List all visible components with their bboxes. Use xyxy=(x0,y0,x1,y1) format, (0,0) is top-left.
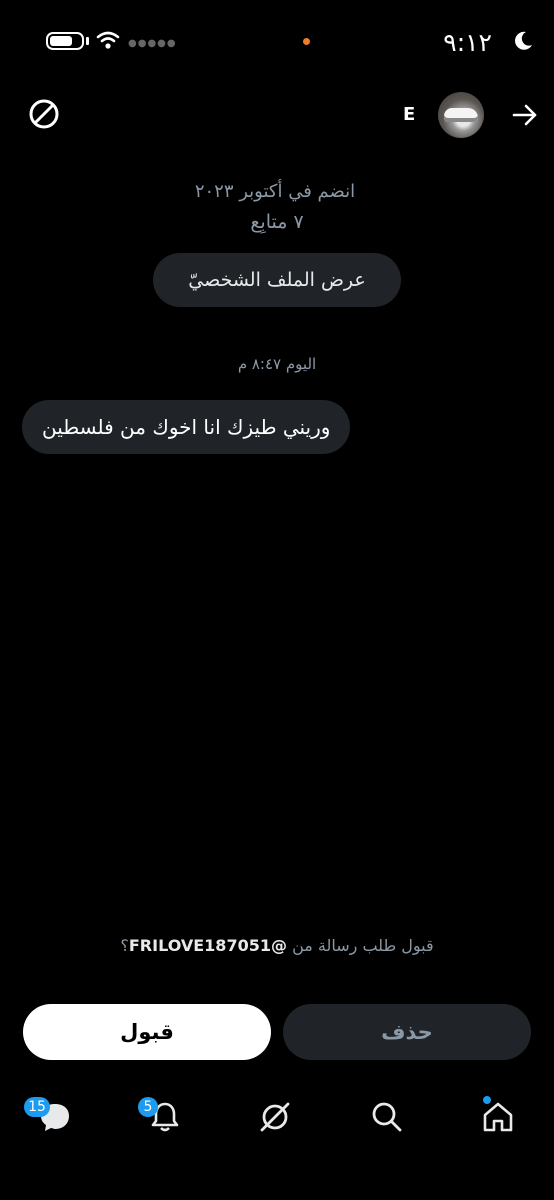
request-handle: @FRILOVE187051 xyxy=(128,936,287,955)
search-icon[interactable] xyxy=(370,1100,404,1134)
request-prompt-suffix: ؟ xyxy=(120,936,129,955)
grok-icon[interactable] xyxy=(258,1100,292,1134)
accept-button[interactable]: قبول xyxy=(23,1004,271,1060)
home-icon[interactable] xyxy=(481,1100,515,1134)
follower-count: ٧ متابِع xyxy=(250,211,304,233)
message-timestamp: اليوم ٨:٤٧ م xyxy=(237,355,317,373)
message-request-prompt: قبول طلب رسالة من @FRILOVE187051؟ xyxy=(0,936,554,955)
status-time: ٩:١٢ xyxy=(443,28,492,57)
delete-button[interactable]: حذف xyxy=(283,1004,531,1060)
privacy-indicator xyxy=(303,38,310,45)
back-arrow-icon[interactable] xyxy=(512,102,538,128)
joined-date: انضم في أكتوبر ٢٠٢٣ xyxy=(194,181,356,202)
block-icon[interactable] xyxy=(28,98,60,130)
notifications-badge: 5 xyxy=(138,1097,158,1117)
signal-icon: ●●●●● xyxy=(128,38,177,49)
avatar[interactable] xyxy=(438,92,484,138)
moon-icon xyxy=(515,31,532,50)
conversation-name[interactable]: E xyxy=(403,104,415,125)
messages-badge: 15 xyxy=(24,1097,50,1117)
request-prompt-prefix: قبول طلب رسالة من xyxy=(292,936,434,955)
battery-icon xyxy=(46,32,84,50)
view-profile-button[interactable]: عرض الملف الشخصيّ xyxy=(153,253,401,307)
message-bubble[interactable]: وريني طيزك انا اخوك من فلسطين xyxy=(22,400,351,454)
wifi-icon xyxy=(96,31,120,49)
battery-tip xyxy=(86,37,89,45)
